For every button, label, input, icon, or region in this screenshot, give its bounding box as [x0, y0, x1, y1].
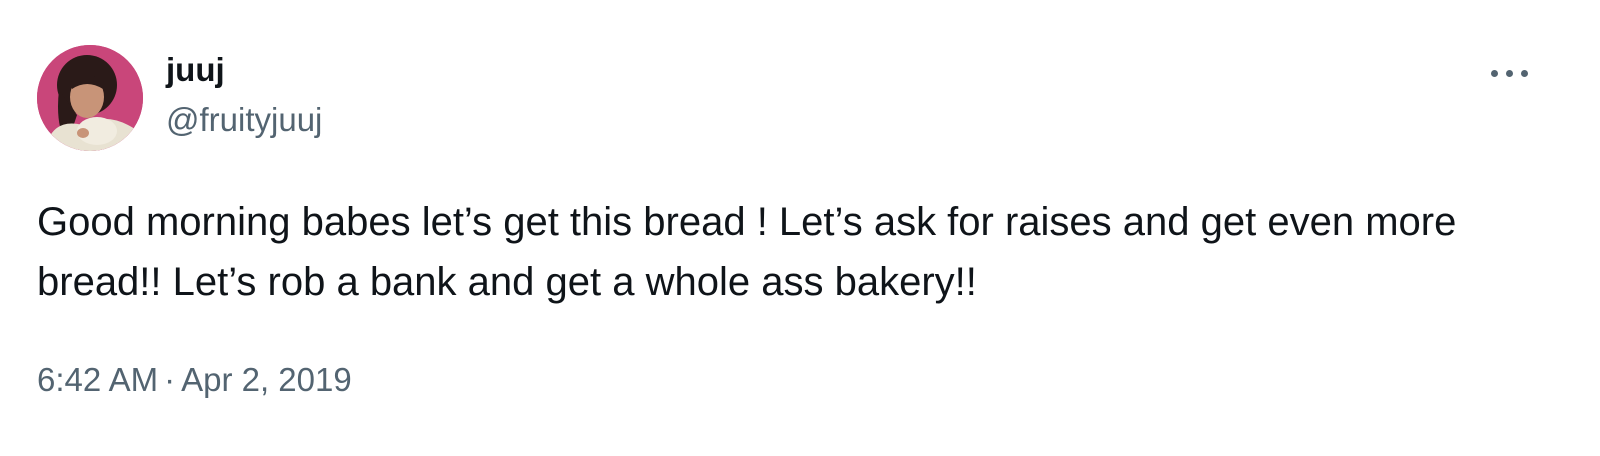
tweet-date: Apr 2, 2019 [181, 361, 352, 398]
display-name[interactable]: juuj [166, 50, 322, 90]
avatar[interactable] [37, 45, 143, 151]
handle[interactable]: @fruityjuuj [166, 98, 322, 142]
more-horizontal-icon [1491, 70, 1498, 77]
tweet-timestamp[interactable]: 6:42 AM · Apr 2, 2019 [37, 358, 352, 402]
more-horizontal-icon [1521, 70, 1528, 77]
more-options-button[interactable] [1485, 58, 1535, 88]
more-horizontal-icon [1506, 70, 1513, 77]
tweet-time: 6:42 AM [37, 361, 159, 398]
tweet-text: Good morning babes let’s get this bread … [37, 200, 1457, 304]
author-block: juuj @fruityjuuj [166, 50, 322, 142]
tweet-card: juuj @fruityjuuj Good morning babes let’… [0, 0, 1600, 456]
profile-photo-icon [37, 45, 143, 151]
meta-separator: · [164, 361, 176, 398]
